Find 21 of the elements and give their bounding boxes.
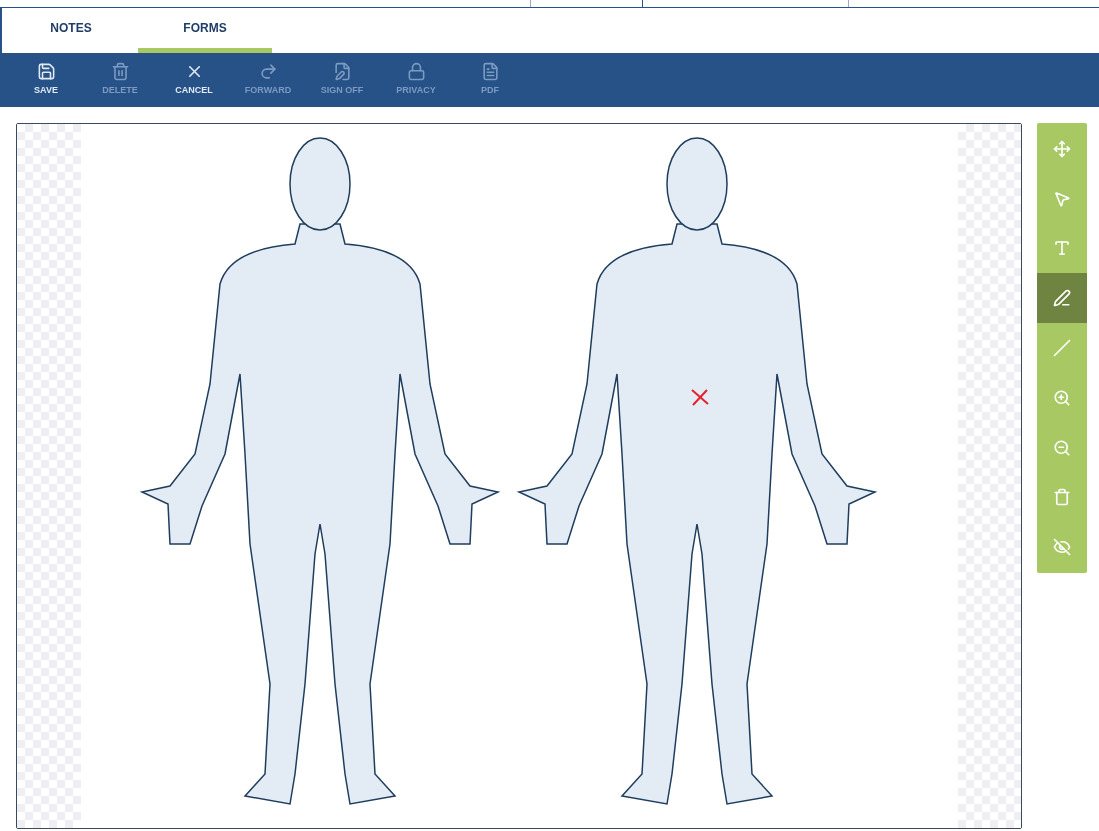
pen-mark — [691, 389, 709, 406]
save-icon — [36, 62, 56, 82]
trash-icon — [110, 62, 130, 82]
tab[interactable]: NOTES — [4, 8, 138, 53]
document-pen-icon — [332, 62, 352, 82]
lock-icon — [406, 62, 426, 82]
pointer-icon — [1053, 189, 1071, 208]
pen-icon — [1053, 289, 1071, 308]
move-icon — [1053, 139, 1071, 158]
cancel-button[interactable]: CANCEL — [157, 57, 231, 103]
eye-off-icon — [1053, 538, 1071, 557]
pen-tool[interactable] — [1037, 273, 1087, 324]
document-icon — [480, 62, 500, 82]
drawing-canvas[interactable] — [16, 123, 1022, 829]
line-icon — [1053, 339, 1071, 357]
text-icon — [1053, 239, 1071, 258]
forward-arrow-icon — [258, 62, 278, 82]
trash-icon — [1053, 488, 1071, 507]
zoom-out-icon — [1053, 438, 1071, 457]
save-button[interactable]: SAVE — [9, 57, 83, 103]
zoom-in-icon — [1053, 388, 1071, 407]
